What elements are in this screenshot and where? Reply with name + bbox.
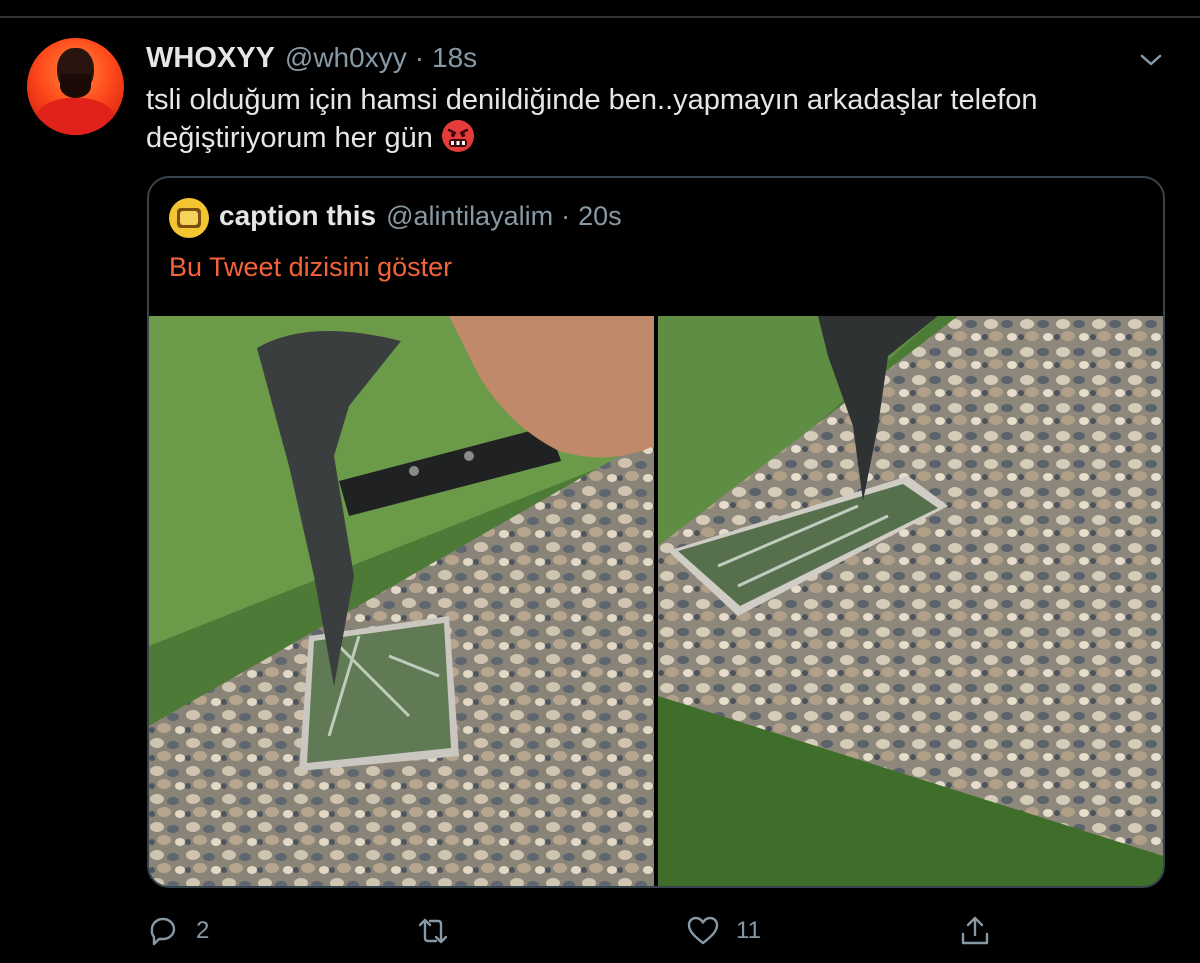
retweet-button[interactable] bbox=[416, 911, 466, 951]
like-count: 11 bbox=[736, 917, 761, 944]
tweet-body: tsli olduğum için hamsi denildiğinde ben… bbox=[146, 84, 1038, 154]
quoted-tweet[interactable]: caption this @alintilayalim · 20s Bu Twe… bbox=[147, 176, 1165, 888]
author-avatar[interactable] bbox=[27, 38, 124, 135]
share-button[interactable] bbox=[958, 911, 1008, 951]
reply-count: 2 bbox=[196, 917, 210, 944]
avatar-shirt bbox=[35, 98, 116, 135]
photo-axe-in-phone[interactable] bbox=[658, 316, 1163, 886]
reply-icon bbox=[150, 917, 176, 946]
avatar-beard bbox=[60, 74, 91, 98]
quoted-author-display-name[interactable]: caption this bbox=[219, 200, 376, 232]
separator-dot: · bbox=[414, 42, 425, 73]
show-thread-link[interactable]: Bu Tweet dizisini göster bbox=[169, 252, 452, 283]
photo-axe-smashing-phone[interactable] bbox=[149, 316, 654, 886]
chevron-down-icon[interactable] bbox=[1137, 48, 1165, 72]
quoted-author-avatar[interactable] bbox=[169, 198, 209, 238]
avatar-frame-inner bbox=[180, 211, 198, 225]
tweet-text: tsli olduğum için hamsi denildiğinde ben… bbox=[146, 82, 1176, 157]
tweet-actions: 2 11 bbox=[146, 911, 1046, 951]
heart-icon bbox=[687, 916, 719, 945]
separator-dot: · bbox=[561, 201, 571, 231]
tweet[interactable]: WHOXYY @wh0xyy · 18s tsli olduğum için h… bbox=[0, 18, 1200, 963]
author-handle[interactable]: @wh0xyy bbox=[285, 42, 407, 74]
quoted-author-handle[interactable]: @alintilayalim bbox=[386, 201, 553, 232]
media-grid bbox=[149, 316, 1163, 886]
share-icon bbox=[961, 916, 989, 945]
angry-face-with-symbols-icon bbox=[441, 119, 475, 153]
tweet-header: WHOXYY @wh0xyy · 18s bbox=[146, 42, 477, 76]
tweet-timestamp[interactable]: 18s bbox=[432, 42, 477, 74]
quoted-tweet-header: caption this @alintilayalim · 20s bbox=[219, 200, 622, 232]
quoted-tweet-timestamp[interactable]: 20s bbox=[578, 201, 622, 232]
like-button[interactable]: 11 bbox=[686, 911, 761, 951]
author-display-name[interactable]: WHOXYY bbox=[146, 42, 275, 75]
retweet-icon bbox=[418, 918, 448, 944]
reply-button[interactable]: 2 bbox=[146, 911, 209, 951]
